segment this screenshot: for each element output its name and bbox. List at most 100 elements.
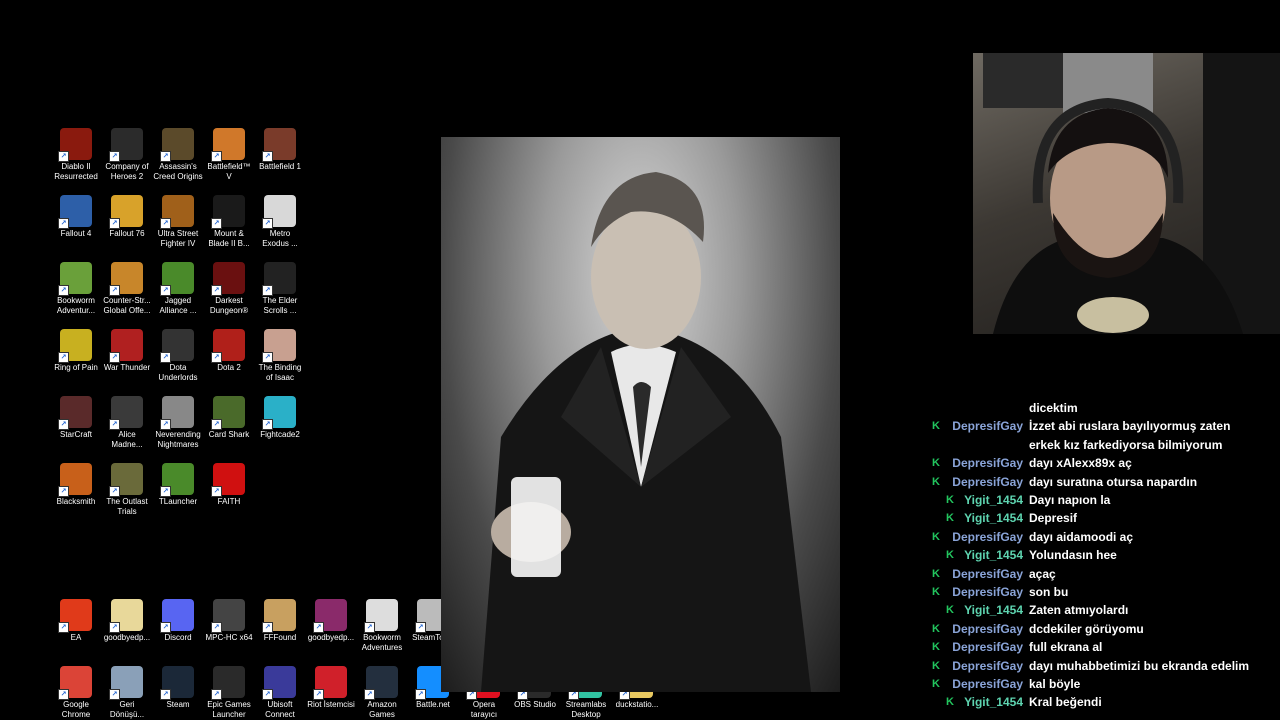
icon-label: Streamlabs Desktop	[565, 700, 607, 719]
desktop-icon[interactable]: ↗ Amazon Games	[357, 666, 407, 720]
desktop-icon[interactable]: ↗ Dota Underlords	[153, 329, 203, 383]
desktop-icon[interactable]: ↗ Ultra Street Fighter IV	[153, 195, 203, 249]
desktop-icon[interactable]: ↗ Bookworm Adventur...	[51, 262, 101, 316]
mount-blade-icon: ↗	[211, 195, 245, 229]
chat-text: dayı xAlexx89x aç	[1029, 456, 1132, 471]
desktop-icon[interactable]: ↗ TLauncher	[153, 463, 203, 507]
icon-label: Diablo II Resurrected	[54, 162, 98, 181]
desktop-icon[interactable]: ↗ Battlefield™ V	[204, 128, 254, 182]
desktop-icon[interactable]: ↗ Bookworm Adventures	[357, 599, 407, 653]
desktop-icon[interactable]: ↗ Metro Exodus ...	[255, 195, 305, 249]
shortcut-arrow-icon: ↗	[160, 419, 171, 430]
webcam-feed-icon	[983, 53, 1280, 334]
chat-username[interactable]: DepresifGay	[952, 419, 1023, 433]
desktop-icon[interactable]: ↗ Counter-Str... Global Offe...	[102, 262, 152, 316]
chat-username[interactable]: DepresifGay	[952, 622, 1023, 636]
desktop-icon[interactable]: ↗ Google Chrome	[51, 666, 101, 720]
desktop-icon[interactable]: ↗ War Thunder	[102, 329, 152, 373]
desktop-icon[interactable]: ↗ Fightcade2	[255, 396, 305, 440]
chat-username[interactable]: DepresifGay	[952, 659, 1023, 673]
desktop-icon[interactable]: ↗ Riot İstemcisi	[306, 666, 356, 710]
chat-username[interactable]: DepresifGay	[952, 475, 1023, 489]
desktop-icon[interactable]: ↗ Dota 2	[204, 329, 254, 373]
icon-label: Google Chrome	[61, 700, 91, 719]
desktop-icon[interactable]: ↗ goodbyedp...	[102, 599, 152, 643]
desktop-icon[interactable]: ↗ StarCraft	[51, 396, 101, 440]
chat-message: K DepresifGay kal böyle	[928, 676, 1273, 694]
chat-username[interactable]: DepresifGay	[952, 530, 1023, 544]
desktop-icon[interactable]: ↗ Discord	[153, 599, 203, 643]
shortcut-arrow-icon: ↗	[109, 419, 120, 430]
steam-icon: ↗	[160, 666, 194, 700]
desktop-icon[interactable]: ↗ Fallout 76	[102, 195, 152, 239]
icon-label: FAITH	[217, 497, 241, 506]
shortcut-arrow-icon: ↗	[415, 622, 426, 633]
chat-username[interactable]: DepresifGay	[952, 567, 1023, 581]
discord-icon: ↗	[160, 599, 194, 633]
icon-label: The Outlast Trials	[106, 497, 148, 516]
chat-username[interactable]: DepresifGay	[952, 456, 1023, 470]
chat-message: dicektim	[928, 400, 1273, 418]
chat-username[interactable]: DepresifGay	[952, 677, 1023, 691]
desktop-icon[interactable]: ↗ FAITH	[204, 463, 254, 507]
chat-username[interactable]: Yigit_1454	[964, 511, 1023, 525]
shortcut-arrow-icon: ↗	[211, 419, 222, 430]
desktop-icon[interactable]: ↗ Geri Dönüşü...	[102, 666, 152, 720]
desktop-icon[interactable]: ↗ FFFound	[255, 599, 305, 643]
chat-username[interactable]: Yigit_1454	[964, 548, 1023, 562]
desktop-icon[interactable]: ↗ Company of Heroes 2	[102, 128, 152, 182]
icon-label: Steam	[166, 700, 190, 709]
kick-badge-icon: K	[932, 641, 940, 654]
desktop-icon[interactable]: ↗ Ring of Pain	[51, 329, 101, 373]
chat-username[interactable]: Yigit_1454	[964, 493, 1023, 507]
kick-badge-icon: K	[932, 567, 940, 580]
desktop-icon[interactable]: ↗ Battlefield 1	[255, 128, 305, 172]
riot-icon: ↗	[313, 666, 347, 700]
portrait-photo-icon	[481, 172, 811, 692]
icon-label: Alice Madne...	[111, 430, 143, 449]
desktop-icon[interactable]: ↗ Fallout 4	[51, 195, 101, 239]
shortcut-arrow-icon: ↗	[109, 285, 120, 296]
shortcut-arrow-icon: ↗	[313, 689, 324, 700]
desktop-icon[interactable]: ↗ Assassin's Creed Origins	[153, 128, 203, 182]
icon-label: The Elder Scrolls ...	[262, 296, 298, 315]
desktop-icon[interactable]: ↗ Diablo II Resurrected	[51, 128, 101, 182]
desktop-icon[interactable]: ↗ Epic Games Launcher	[204, 666, 254, 720]
desktop-icon[interactable]: ↗ The Binding of Isaac	[255, 329, 305, 383]
chat-text: Dayı napıon la	[1029, 493, 1111, 507]
icon-label: Ultra Street Fighter IV	[157, 229, 199, 248]
kick-badge-icon: K	[946, 696, 954, 709]
desktop-icon[interactable]: ↗ Steam	[153, 666, 203, 710]
icon-label: OBS Studio	[514, 700, 556, 709]
desktop-icon[interactable]: ↗ The Outlast Trials	[102, 463, 152, 517]
desktop-icon[interactable]: ↗ Ubisoft Connect	[255, 666, 305, 720]
icon-label: Bookworm Adventures	[361, 633, 403, 652]
desktop-icon[interactable]: ↗ Neverending Nightmares	[153, 396, 203, 450]
chat-username[interactable]: DepresifGay	[952, 585, 1023, 599]
chat-username[interactable]: Yigit_1454	[964, 603, 1023, 617]
desktop-icon[interactable]: ↗ Mount & Blade II B...	[204, 195, 254, 249]
chat-username[interactable]: DepresifGay	[952, 640, 1023, 654]
shortcut-arrow-icon: ↗	[160, 285, 171, 296]
desktop-icon[interactable]: ↗ Jagged Alliance ...	[153, 262, 203, 316]
icon-label: Geri Dönüşü...	[109, 700, 145, 719]
shortcut-arrow-icon: ↗	[211, 151, 222, 162]
elder-scrolls-icon: ↗	[262, 262, 296, 296]
desktop-icon[interactable]: ↗ The Elder Scrolls ...	[255, 262, 305, 316]
desktop-icon[interactable]: ↗ Darkest Dungeon®	[204, 262, 254, 316]
chat-username[interactable]: Yigit_1454	[964, 695, 1023, 709]
mpc-hc-icon: ↗	[211, 599, 245, 633]
desktop-icon[interactable]: ↗ goodbyedp...	[306, 599, 356, 643]
desktop-icon[interactable]: ↗ Card Shark	[204, 396, 254, 440]
icon-label: Discord	[164, 633, 192, 642]
chat-text: açaç	[1029, 566, 1056, 581]
desktop-icon[interactable]: ↗ Alice Madne...	[102, 396, 152, 450]
icon-label: duckstatio...	[615, 700, 659, 709]
desktop-icon[interactable]: ↗ Blacksmith	[51, 463, 101, 507]
desktop-icon[interactable]: ↗ EA	[51, 599, 101, 643]
kick-badge-icon: K	[932, 659, 940, 672]
icon-label: Battle.net	[416, 700, 450, 709]
desktop-icon[interactable]: ↗ MPC-HC x64	[204, 599, 254, 643]
tlauncher-icon: ↗	[160, 463, 194, 497]
kick-badge-icon: K	[932, 457, 940, 470]
